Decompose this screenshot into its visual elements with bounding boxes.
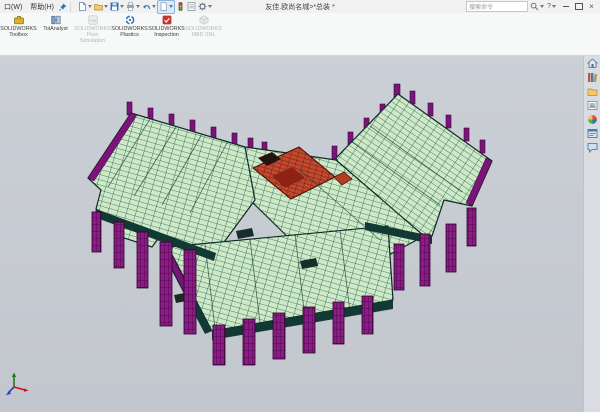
solidworks-resources-home-button[interactable] — [585, 57, 599, 70]
open-button[interactable] — [93, 1, 109, 13]
title-bar: 口(W) 帮助(H) — [0, 0, 600, 13]
dropdown-caret-icon[interactable] — [104, 5, 108, 8]
menu-window[interactable]: 口(W) — [0, 0, 26, 13]
quick-access-toolbar — [77, 0, 213, 13]
dropdown-caret-icon[interactable] — [88, 5, 92, 8]
search-icon[interactable] — [530, 2, 539, 11]
solidworks-forum-button[interactable] — [585, 141, 599, 154]
design-library-button[interactable] — [585, 71, 599, 84]
rebuild-button[interactable] — [175, 1, 186, 13]
help-label: ? — [547, 3, 551, 10]
toolbox-icon — [14, 15, 24, 25]
search-commands-input[interactable]: 搜索命令 — [466, 1, 528, 12]
dropdown-caret-icon[interactable] — [208, 5, 212, 8]
tab-solidworks-toolbox[interactable]: SOLIDWORKS Toolbox — [1, 15, 36, 38]
file-properties-button[interactable] — [186, 1, 197, 13]
tab-label: TolAnalyst — [43, 26, 68, 32]
tab-label: Plastics — [120, 32, 139, 38]
divider — [70, 2, 71, 12]
appearances-scenes-button[interactable] — [585, 113, 599, 126]
menu-help[interactable]: 帮助(H) — [26, 0, 58, 13]
custom-properties-button[interactable] — [585, 127, 599, 140]
undo-button[interactable] — [141, 1, 157, 13]
tab-solidworks-inspection[interactable]: SOLIDWORKS Inspection — [149, 15, 184, 38]
file-explorer-button[interactable] — [585, 85, 599, 98]
flow-simulation-icon — [88, 15, 98, 25]
restore-icon — [575, 3, 583, 10]
close-icon: × — [589, 3, 594, 11]
task-pane — [583, 53, 600, 412]
dropdown-caret-icon[interactable] — [152, 5, 156, 8]
formwork-assembly-model[interactable] — [0, 0, 600, 412]
save-button[interactable] — [109, 1, 125, 13]
tab-tolanalyst[interactable]: TolAnalyst — [38, 15, 73, 32]
plastics-icon — [125, 15, 135, 25]
restore-button[interactable] — [572, 1, 585, 12]
slab-panels — [88, 94, 492, 331]
options-button[interactable] — [197, 1, 213, 13]
dropdown-caret-icon[interactable] — [169, 5, 173, 8]
tab-label: Toolbox — [9, 32, 28, 38]
new-document-button[interactable] — [77, 1, 93, 13]
help-button[interactable]: ? — [547, 3, 556, 10]
inspection-icon — [162, 15, 172, 25]
view-palette-button[interactable] — [585, 99, 599, 112]
minimize-icon — [563, 6, 569, 8]
pin-menu-icon[interactable] — [58, 2, 68, 12]
titlebar-right-controls: 搜索命令 ? × — [466, 1, 598, 12]
search-placeholder: 搜索命令 — [469, 2, 525, 11]
tab-label: Inspection — [154, 32, 179, 38]
dropdown-caret-icon[interactable] — [120, 5, 124, 8]
tab-solidworks-mbd-snl: SOLIDWORKS MBD SNL — [186, 15, 221, 38]
minimize-button[interactable] — [559, 1, 572, 12]
dropdown-caret-icon[interactable] — [136, 5, 140, 8]
tab-label: MBD SNL — [192, 32, 216, 38]
search-options-caret-icon[interactable] — [540, 5, 544, 8]
help-caret-icon[interactable] — [552, 5, 556, 8]
print-button[interactable] — [125, 1, 141, 13]
origin-triad — [3, 370, 33, 400]
tolanalyst-icon — [51, 15, 61, 25]
close-button[interactable]: × — [585, 1, 598, 12]
mbd-icon — [199, 15, 209, 25]
tab-solidworks-plastics[interactable]: SOLIDWORKS Plastics — [112, 15, 147, 38]
tab-solidworks-flow-simulation: SOLIDWORKS Flow Simulation — [75, 15, 110, 44]
command-manager-bar: SOLIDWORKS Toolbox TolAnalyst SOLIDWORKS… — [0, 13, 600, 56]
select-button[interactable] — [157, 0, 175, 14]
tab-label: Simulation — [80, 38, 105, 44]
